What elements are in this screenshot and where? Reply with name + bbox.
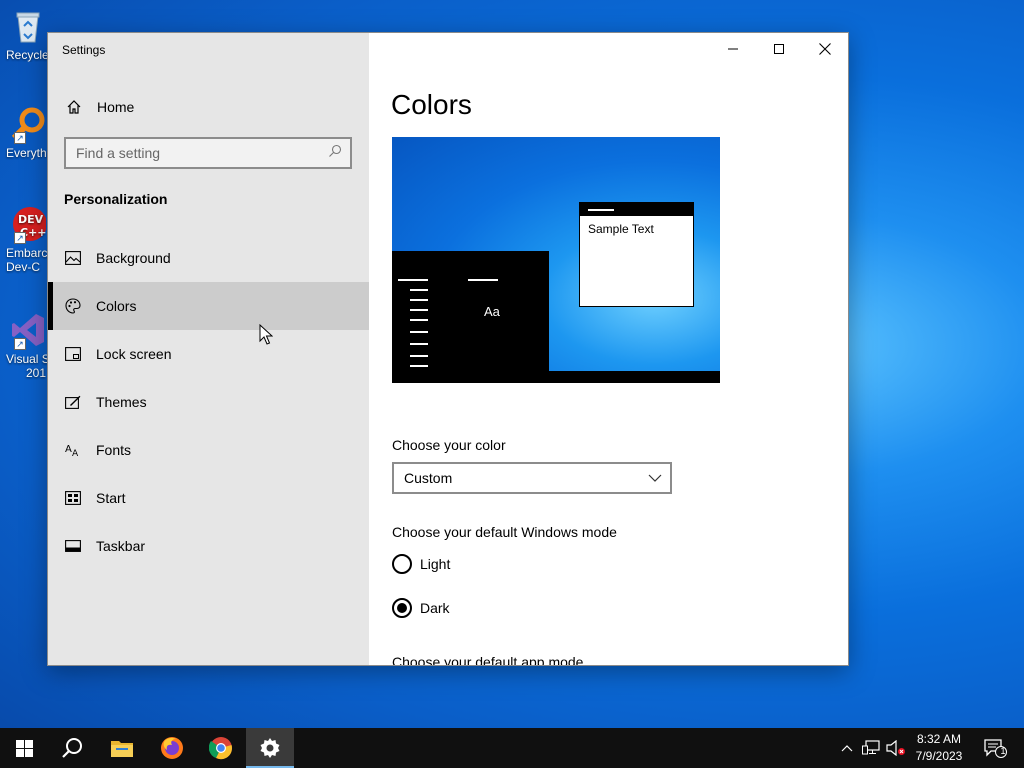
settings-window: Settings Home Personalization Background [47, 32, 849, 666]
sidebar-item-start[interactable]: Start [48, 474, 369, 522]
chrome-icon [209, 737, 232, 760]
sidebar-item-lock-screen[interactable]: Lock screen [48, 330, 369, 378]
lock-screen-icon [64, 345, 82, 363]
desktop-icon-label: Embarca [6, 246, 48, 260]
search-icon [62, 738, 82, 758]
preview-window: Sample Text [579, 202, 694, 307]
sidebar: Settings Home Personalization Background [48, 33, 369, 665]
desktop-icon-label: Everyth [6, 146, 47, 160]
firefox-button[interactable] [148, 728, 196, 768]
nav-home-label: Home [97, 99, 135, 115]
network-button[interactable] [860, 728, 882, 768]
windows-logo-icon [15, 739, 33, 757]
radio-label: Dark [420, 600, 450, 616]
chevron-down-icon [648, 474, 662, 482]
picture-icon [64, 249, 82, 267]
search-button[interactable] [48, 728, 96, 768]
desktop-icon-everything[interactable]: ↗ Everyth [0, 106, 48, 160]
recycle-bin-icon [10, 8, 46, 44]
sidebar-item-themes[interactable]: Themes [48, 378, 369, 426]
sidebar-item-label: Taskbar [96, 538, 146, 554]
notification-count: 1 [1000, 746, 1006, 756]
file-explorer-button[interactable] [98, 728, 146, 768]
preview-aa-text: Aa [484, 304, 500, 319]
svg-text:DEV: DEV [18, 213, 44, 226]
desktop-icon-recycle-bin[interactable]: Recycle [0, 8, 48, 62]
mouse-cursor-icon [259, 323, 274, 351]
sidebar-item-label: Colors [96, 298, 137, 314]
shortcut-arrow-icon: ↗ [14, 132, 26, 144]
sidebar-item-label: Start [96, 490, 126, 506]
desktop-icon-label: Recycle [6, 48, 48, 62]
folder-icon [111, 741, 133, 757]
home-icon [66, 99, 82, 115]
sidebar-item-colors[interactable]: Colors [48, 282, 369, 330]
radio-circle[interactable] [392, 554, 412, 574]
chevron-up-icon [841, 745, 853, 752]
taskbar-icon [64, 537, 82, 555]
clock-date: 7/9/2023 [915, 749, 963, 763]
desktop-icon-label-line2: 201 [26, 366, 47, 380]
choose-color-label: Choose your color [392, 437, 506, 453]
color-preview: Aa Sample Text [392, 137, 720, 383]
search-icon[interactable] [328, 144, 342, 163]
sidebar-item-taskbar[interactable]: Taskbar [48, 522, 369, 570]
choose-color-dropdown[interactable]: Custom [392, 462, 672, 494]
shortcut-arrow-icon: ↗ [14, 338, 26, 350]
speaker-muted-icon [886, 740, 905, 756]
sidebar-item-label: Lock screen [96, 346, 172, 362]
visual-studio-icon: ↗ [10, 312, 46, 350]
nav-list: Background Colors Lock screen Themes A A… [48, 234, 369, 570]
radio-label: Light [420, 556, 451, 572]
search-input[interactable] [76, 145, 328, 161]
svg-text:A: A [72, 449, 79, 457]
clock-time: 8:32 AM [916, 732, 962, 746]
svg-text:A: A [65, 444, 72, 455]
magnifier-icon: ↗ [10, 106, 46, 144]
desktop-icon-label: Visual St [6, 352, 48, 366]
palette-icon [64, 297, 82, 315]
nav-home[interactable]: Home [48, 91, 369, 123]
firefox-icon [161, 737, 183, 759]
search-box[interactable] [64, 137, 352, 169]
windows-mode-label: Choose your default Windows mode [392, 524, 617, 540]
sidebar-item-label: Themes [96, 394, 147, 410]
content-pane: Colors Aa Sample Text Choose your color … [391, 33, 831, 665]
network-icon [862, 740, 880, 755]
settings-button[interactable] [246, 728, 294, 768]
dev-cpp-icon: DEV C++ ↗ [10, 206, 47, 244]
chrome-button[interactable] [197, 728, 245, 768]
taskbar: 8:32 AM 7/9/2023 1 [0, 728, 1024, 768]
preview-taskbar [392, 371, 720, 383]
dropdown-value: Custom [404, 470, 453, 486]
preview-sample-text: Sample Text [588, 222, 654, 236]
start-icon [64, 489, 82, 507]
sidebar-item-background[interactable]: Background [48, 234, 369, 282]
section-title: Personalization [64, 191, 168, 207]
sidebar-item-fonts[interactable]: AA Fonts [48, 426, 369, 474]
themes-icon [64, 393, 82, 411]
radio-light[interactable]: Light [392, 554, 450, 574]
start-button[interactable] [0, 728, 48, 768]
shortcut-arrow-icon: ↗ [14, 232, 26, 244]
clock[interactable]: 8:32 AM 7/9/2023 [904, 731, 974, 765]
show-hidden-icons-button[interactable] [836, 728, 858, 768]
notification-center-button[interactable]: 1 [980, 728, 1010, 768]
desktop-icon-dev-cpp[interactable]: DEVC++ ↗ Embarca Dev-C [0, 206, 48, 274]
page-title: Colors [391, 89, 472, 120]
sidebar-item-label: Fonts [96, 442, 132, 458]
gear-icon [260, 738, 280, 758]
radio-circle-selected[interactable] [392, 598, 412, 618]
preview-start-menu: Aa [392, 251, 549, 383]
desktop-icon-label-line2: Dev-C [6, 260, 41, 274]
desktop-icon-visual-studio[interactable]: ↗ Visual St 201 [0, 312, 48, 380]
sidebar-item-label: Background [96, 250, 171, 266]
radio-dark[interactable]: Dark [392, 598, 450, 618]
app-mode-label: Choose your default app mode [392, 654, 584, 666]
fonts-icon: AA [64, 441, 82, 459]
window-title: Settings [62, 43, 106, 57]
